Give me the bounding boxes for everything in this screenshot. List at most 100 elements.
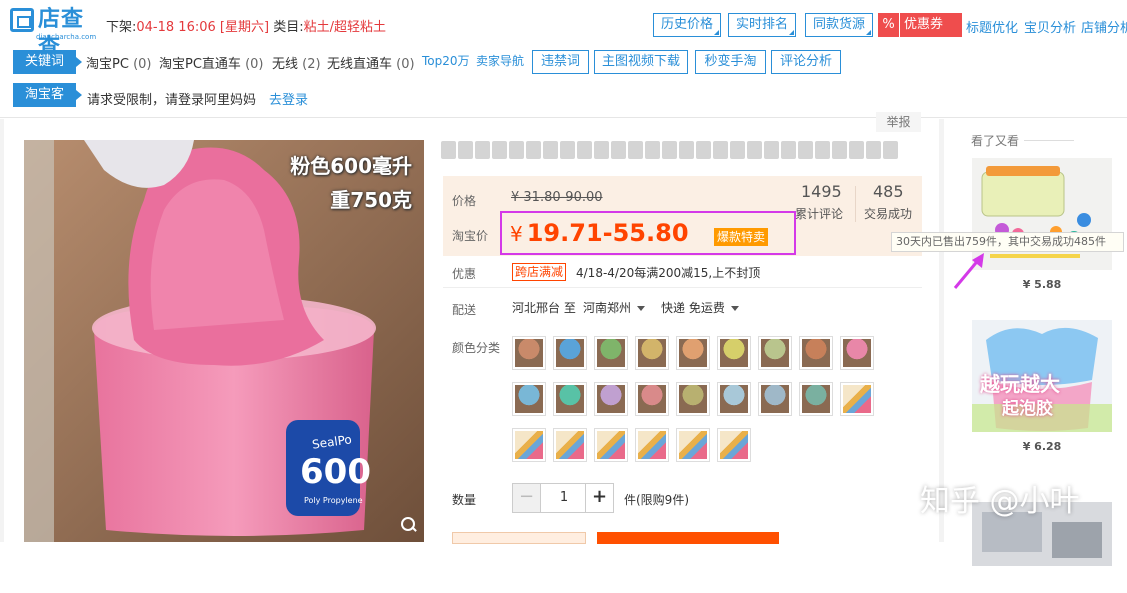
keyword-count: (0) [133,57,152,72]
corner-icon [714,30,719,35]
swatch-thumbnail [843,385,871,413]
color-swatch[interactable] [758,336,792,370]
keyword-name: 无线 [272,57,299,72]
swatch-thumbnail [720,385,748,413]
reviews-count[interactable]: 1495 [801,182,842,201]
color-swatch[interactable] [717,336,751,370]
swatch-thumbnail [556,385,584,413]
delivery-method-select[interactable]: 快递 免运费 [661,299,739,316]
offline-date: 04-18 16:06 [136,20,216,35]
swatch-thumbnail [679,339,707,367]
recommend-item[interactable]: 越玩越大 起泡胶 ¥ 6.28 [972,320,1112,459]
delivery-method: 快递 免运费 [661,301,725,315]
cross-store-promo-badge[interactable]: 跨店满减 [512,263,567,281]
realtime-rank-button[interactable]: 实时排名 [728,13,796,37]
diancharcha-logo[interactable]: 店查查 diancharcha.com [10,6,97,60]
image-caption-weight: 重750克 [330,188,412,212]
keyword-count: (0) [396,57,415,72]
swatch-thumbnail [597,431,625,459]
swatch-thumbnail [597,339,625,367]
buy-now-button[interactable] [452,532,586,544]
title-optimize-link[interactable]: 标题优化 [966,17,1018,36]
pointer-arrow-icon [953,253,984,289]
keyword-name: 淘宝PC [86,57,129,72]
main-video-download-button[interactable]: 主图视频下载 [594,50,688,74]
color-swatch[interactable] [799,336,833,370]
promo-separator [443,287,922,288]
current-price-value: 19.71-55.80 [526,219,689,247]
color-swatch[interactable] [635,428,669,462]
seller-nav-link[interactable]: 卖家导航 [476,52,524,69]
color-swatch[interactable] [512,382,546,416]
zoom-icon[interactable] [400,516,418,534]
plugin-row-info: 店查查 diancharcha.com 下架:04-18 16:06 [星期六]… [0,0,1127,60]
shop-analysis-link[interactable]: 店铺分析 [1081,17,1127,36]
color-swatch[interactable] [676,336,710,370]
product-main-image[interactable]: 粉色600毫升 重750克 SealPo 600 Poly Propylene [24,140,424,542]
corner-icon [866,30,871,35]
taobaoke-login-link[interactable]: 去登录 [269,89,308,108]
color-swatch[interactable] [553,428,587,462]
keyword-taobao-pc[interactable]: 淘宝PC (0) [86,53,151,72]
color-swatch[interactable] [676,428,710,462]
report-button[interactable]: 举报 [876,112,921,132]
color-swatch[interactable] [676,382,710,416]
quantity-limit: 件(限购9件) [624,493,689,507]
deals-label: 交易成功 [864,207,913,221]
promo-text: 4/18-4/20每满200减15,上不封顶 [576,266,761,280]
price-history-button[interactable]: 历史价格 [653,13,721,37]
add-to-cart-button[interactable] [597,532,779,544]
swatch-thumbnail [515,385,543,413]
color-swatch[interactable] [635,336,669,370]
quantity-minus-button[interactable]: − [513,484,541,512]
sales-tooltip: 30天内已售出759件，其中交易成功485件 [891,232,1124,252]
delivery-destination-select[interactable]: 河南郑州 [583,299,646,316]
keywords-tag: 关键词 [13,50,82,74]
color-swatch[interactable] [594,336,628,370]
color-swatch[interactable] [512,336,546,370]
color-category-label: 颜色分类 [452,341,501,355]
color-swatch[interactable] [594,428,628,462]
keyword-wireless-ztc[interactable]: 无线直通车 (0) [327,53,415,72]
banned-words-button[interactable]: 违禁词 [532,50,589,74]
keyword-taobao-pc-ztc[interactable]: 淘宝PC直通车 (0) [159,53,263,72]
top20w-link[interactable]: Top20万 [422,52,470,69]
stats-divider [855,186,856,222]
same-source-button[interactable]: 同款货源 [805,13,873,37]
quantity-plus-button[interactable]: + [585,484,613,512]
reviews-label: 累计评论 [795,207,844,221]
image-caption-volume: 粉色600毫升 [290,154,412,178]
coupon-button[interactable]: % 优惠券 [878,13,962,37]
swatch-thumbnail [761,339,789,367]
swatch-thumbnail [556,431,584,459]
color-swatch[interactable] [840,382,874,416]
promo-label: 优惠 [452,267,477,281]
color-swatch[interactable] [717,428,751,462]
keyword-wireless[interactable]: 无线 (2) [272,53,321,72]
recommend-item[interactable]: ¥ 5.88 [972,158,1112,297]
color-swatch[interactable] [594,382,628,416]
color-swatch[interactable] [717,382,751,416]
quantity-input[interactable]: 1 [542,484,586,512]
color-swatch[interactable] [553,336,587,370]
color-swatch[interactable] [553,382,587,416]
same-source-label: 同款货源 [812,17,865,32]
item-analysis-link[interactable]: 宝贝分析 [1024,17,1076,36]
color-swatch[interactable] [840,336,874,370]
mobile-taobao-button[interactable]: 秒变手淘 [695,50,766,74]
recommend-caption-2: 起泡胶 [1002,399,1053,419]
taobao-price-label: 淘宝价 [452,229,489,243]
current-price: ¥19.71-55.80 [510,219,689,247]
review-analysis-button[interactable]: 评论分析 [771,50,841,74]
logo-url: diancharcha.com [36,33,97,41]
color-swatch[interactable] [758,382,792,416]
category-value[interactable]: 粘土/超轻粘土 [304,20,386,35]
color-swatch[interactable] [512,428,546,462]
plugin-toolbar: 店查查 diancharcha.com 下架:04-18 16:06 [星期六]… [0,0,1127,118]
color-swatch[interactable] [635,382,669,416]
keyword-name: 淘宝PC直通车 [159,57,241,72]
taobaoke-message: 请求受限制，请登录阿里妈妈 [87,93,257,108]
jar-sub-text: Poly Propylene [304,496,363,505]
color-swatch[interactable] [799,382,833,416]
quantity-stepper[interactable]: − 1 + [512,483,614,513]
